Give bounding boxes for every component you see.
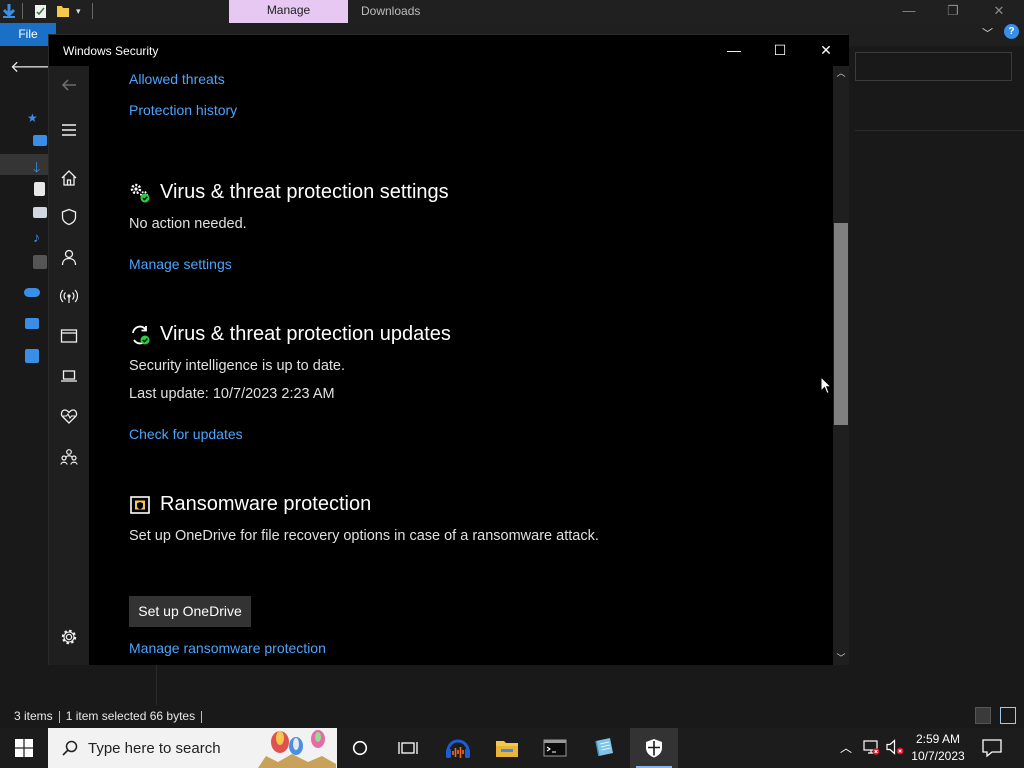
taskbar-clock[interactable]: 2:59 AM 10/7/2023 (908, 731, 968, 765)
explorer-titlebar: ▾ Manage Downloads — ❐ ✕ (0, 0, 1024, 23)
expand-ribbon-icon[interactable]: ﹀ (982, 25, 993, 41)
maximize-button[interactable]: ☐ (757, 35, 803, 66)
status-separator (201, 710, 203, 723)
manage-ransomware-link[interactable]: Manage ransomware protection (129, 640, 326, 656)
ransomware-section-heading: Ransomware protection (129, 493, 371, 516)
windows-security-window: Windows Security — ☐ ✕ Allowed threats P… (48, 34, 849, 665)
explorer-content-pane (848, 88, 1024, 705)
volume-muted-icon[interactable] (885, 738, 905, 756)
terminal-icon[interactable] (531, 728, 579, 768)
onedrive-icon[interactable] (24, 288, 40, 297)
refresh-check-icon (129, 324, 151, 346)
search-icon (62, 740, 78, 756)
ransomware-description: Set up OneDrive for file recovery option… (129, 528, 599, 544)
updates-status-text: Security intelligence is up to date. (129, 358, 346, 374)
allowed-threats-link[interactable]: Allowed threats (129, 71, 225, 87)
explorer-status-bar: 3 items 1 item selected 66 bytes (0, 705, 1024, 728)
home-icon[interactable] (49, 160, 89, 196)
settings-icon[interactable] (49, 619, 89, 655)
column-header-divider (855, 130, 1024, 131)
security-titlebar: Windows Security — ☐ ✕ (49, 35, 849, 66)
mouse-cursor-icon (820, 376, 832, 395)
network-tray-icon[interactable] (862, 738, 880, 756)
ransomware-section-title: Ransomware protection (160, 493, 372, 515)
updates-section-title: Virus & threat protection updates (160, 323, 451, 345)
pictures-icon[interactable] (33, 207, 47, 218)
minimize-button[interactable]: — (711, 35, 757, 66)
details-view-icon[interactable] (975, 707, 991, 724)
settings-status-text: No action needed. (129, 216, 247, 232)
taskbar-search-box[interactable]: Type here to search (48, 728, 337, 768)
last-update-text: Last update: 10/7/2023 2:23 AM (129, 386, 335, 402)
protection-history-link[interactable]: Protection history (129, 102, 237, 118)
close-button[interactable]: ✕ (803, 35, 849, 66)
scroll-up-icon[interactable]: ︿ (833, 66, 849, 80)
health-icon[interactable] (49, 398, 89, 434)
videos-icon[interactable] (33, 255, 47, 269)
explorer-minimize-button[interactable]: — (886, 0, 932, 23)
new-folder-icon[interactable] (56, 3, 70, 19)
quick-access-icon[interactable]: ★ (27, 111, 41, 125)
show-hidden-icons-icon[interactable]: ︿ (840, 739, 852, 756)
settings-section-title: Virus & threat protection settings (160, 181, 449, 203)
help-icon[interactable]: ? (1004, 24, 1019, 39)
explorer-restore-button[interactable]: ❐ (930, 0, 976, 23)
back-icon[interactable] (49, 67, 89, 103)
shield-icon[interactable] (49, 199, 89, 235)
documents-icon[interactable] (34, 182, 45, 196)
updates-section-heading: Virus & threat protection updates (129, 323, 451, 346)
explorer-search-input[interactable] (855, 52, 1012, 81)
search-placeholder: Type here to search (88, 740, 221, 757)
status-item-count: 3 items (14, 709, 53, 723)
this-pc-icon[interactable] (25, 318, 39, 329)
clock-time: 2:59 AM (915, 732, 961, 746)
explorer-close-button[interactable]: ✕ (976, 0, 1022, 23)
scroll-down-icon[interactable]: ﹀ (833, 651, 849, 665)
setup-onedrive-button[interactable]: Set up OneDrive (129, 596, 251, 627)
explorer-back-icon[interactable]: 🡐 (10, 56, 53, 77)
security-window-title: Windows Security (63, 44, 159, 58)
clock-date: 10/7/2023 (911, 749, 965, 763)
firewall-icon[interactable] (49, 278, 89, 314)
device-security-icon[interactable] (49, 358, 89, 394)
hamburger-icon[interactable] (49, 112, 89, 148)
start-button[interactable] (0, 728, 48, 768)
download-folder-icon (2, 4, 16, 18)
app-browser-icon[interactable] (49, 318, 89, 354)
settings-gear-check-icon (129, 182, 151, 204)
windows-logo-icon (15, 739, 33, 757)
ribbon-tab-manage[interactable]: Manage (229, 0, 348, 23)
windows-security-icon[interactable] (630, 728, 678, 768)
security-nav-rail (49, 66, 89, 665)
ransomware-folder-shield-icon (129, 494, 151, 516)
music-icon[interactable]: ♪ (33, 229, 47, 245)
explorer-window-title: Downloads (361, 4, 421, 18)
large-icons-view-icon[interactable] (1000, 707, 1016, 724)
taskbar: Type here to search ︿ 2:59 AM 10/7/2023 (0, 728, 1024, 768)
status-separator (58, 710, 60, 723)
task-view-icon[interactable] (384, 728, 432, 768)
check-for-updates-link[interactable]: Check for updates (129, 426, 243, 442)
search-highlight-balloons-icon (258, 730, 336, 768)
family-icon[interactable] (49, 439, 89, 475)
audacity-icon[interactable] (434, 728, 482, 768)
security-main-content: Allowed threats Protection history Virus… (89, 66, 833, 665)
settings-section-heading: Virus & threat protection settings (129, 181, 449, 204)
scrollbar-thumb[interactable] (834, 223, 848, 425)
file-explorer-icon[interactable] (483, 728, 531, 768)
status-selection: 1 item selected 66 bytes (65, 709, 196, 723)
downloads-icon[interactable]: 🡓 (33, 157, 47, 175)
network-icon[interactable] (25, 349, 39, 363)
manage-settings-link[interactable]: Manage settings (129, 256, 232, 272)
notification-center-icon[interactable] (980, 736, 1004, 760)
cortana-icon[interactable] (336, 728, 384, 768)
qa-divider (92, 3, 93, 19)
properties-icon[interactable] (34, 3, 47, 19)
desktop-icon[interactable] (33, 135, 47, 146)
security-scrollbar[interactable]: ︿ ﹀ (833, 66, 849, 665)
notepad-icon[interactable] (580, 728, 628, 768)
account-icon[interactable] (49, 239, 89, 275)
qa-divider (22, 3, 23, 19)
customize-qa-icon[interactable]: ▾ (76, 6, 81, 22)
